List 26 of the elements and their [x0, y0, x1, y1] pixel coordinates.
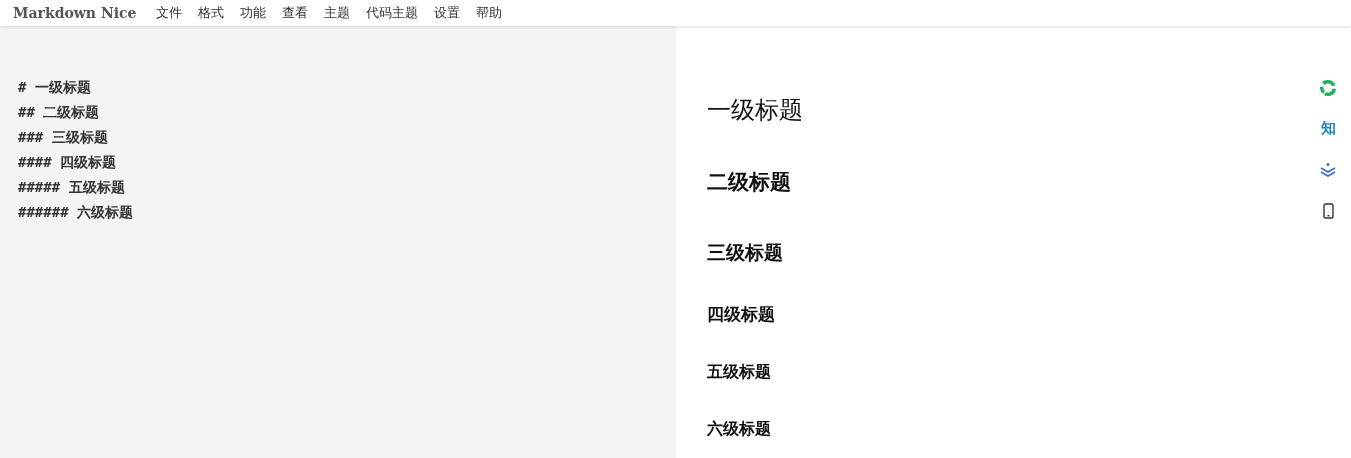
- app-title: Markdown Nice: [13, 5, 137, 21]
- menu-item[interactable]: 主题: [316, 4, 359, 22]
- code-line: ###### 六级标题: [18, 203, 134, 222]
- code-line: ## 二级标题: [18, 103, 101, 122]
- phone-icon[interactable]: [1322, 202, 1334, 219]
- code-line: #### 四级标题: [18, 153, 118, 172]
- menu-item[interactable]: 格式: [190, 4, 233, 22]
- heading: 六级标题: [707, 419, 771, 439]
- refresh-icon[interactable]: [1318, 77, 1338, 98]
- menu-item[interactable]: 设置: [426, 4, 469, 22]
- chevrons-down-icon[interactable]: [1319, 161, 1337, 178]
- menu-item[interactable]: 查看: [274, 4, 317, 22]
- heading: 三级标题: [707, 241, 783, 264]
- code-line: # 一级标题: [18, 78, 92, 97]
- heading: 四级标题: [707, 303, 775, 325]
- editor-pane[interactable]: # 一级标题 ## 二级标题 ### 三级标题 #### 四级标题 ##### 五级标题 ###### 六级标题: [0, 26, 676, 458]
- menu-item[interactable]: 功能: [232, 4, 275, 22]
- menu-item[interactable]: 文件: [148, 4, 191, 22]
- code-line: ### 三级标题: [18, 128, 109, 147]
- heading: 一级标题: [707, 96, 803, 125]
- menu-item[interactable]: 帮助: [468, 4, 511, 22]
- menu-item[interactable]: 代码主题: [358, 4, 427, 22]
- heading: 二级标题: [707, 168, 791, 194]
- code-line: ##### 五级标题: [18, 178, 126, 197]
- zhihu-button[interactable]: 知: [1317, 117, 1339, 140]
- heading: 五级标题: [707, 362, 771, 382]
